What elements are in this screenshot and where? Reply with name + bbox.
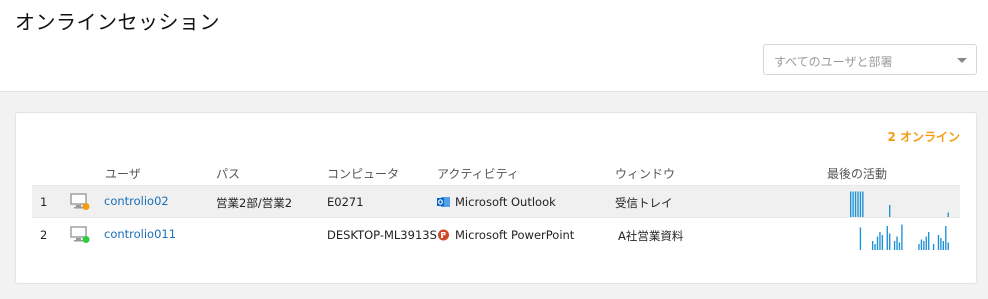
column-header-activity[interactable]: アクティビティ	[437, 165, 519, 182]
activity-bar	[889, 233, 891, 250]
activity-bar	[898, 242, 901, 250]
activity-bar	[940, 238, 942, 250]
computer-cell: DESKTOP-ML3913S	[327, 228, 437, 242]
activity-app-name: Microsoft Outlook	[455, 195, 556, 209]
activity-bar	[947, 242, 949, 250]
last-activity-chart	[850, 191, 949, 217]
window-cell: A社営業資料	[618, 229, 684, 243]
activity-bar	[918, 244, 920, 250]
activity-bar	[932, 244, 935, 250]
activity-bar	[886, 226, 888, 250]
filter-placeholder: すべてのユーザと部署	[774, 55, 893, 69]
activity-bar	[945, 226, 947, 250]
activity-bar	[850, 191, 852, 217]
activity-bar	[920, 239, 923, 250]
activity-bar	[871, 241, 874, 250]
user-link[interactable]: controlio011	[104, 227, 176, 241]
activity-bar	[893, 241, 896, 250]
window-cell: 受信トレイ	[615, 196, 673, 210]
powerpoint-icon	[438, 229, 449, 241]
computer-online-icon	[70, 226, 90, 243]
activity-bar	[896, 236, 898, 250]
page-title: オンラインセッション	[15, 10, 220, 34]
last-activity-chart	[859, 224, 949, 250]
column-header-last-activity[interactable]: 最後の活動	[827, 165, 887, 182]
outlook-icon	[437, 197, 450, 207]
activity-bar	[881, 235, 884, 250]
activity-bar	[859, 191, 862, 217]
page-header: オンラインセッション すべてのユーザと部署	[0, 0, 988, 92]
activity-bar	[925, 236, 927, 250]
activity-bar	[937, 235, 940, 250]
computer-cell: E0271	[327, 195, 364, 209]
activity-bar	[854, 191, 857, 217]
chevron-down-icon	[957, 58, 967, 63]
activity-bar	[879, 232, 881, 250]
activity-bar	[852, 191, 854, 217]
online-count-badge: 2 オンライン	[887, 130, 960, 144]
activity-bar	[901, 224, 903, 250]
table-row[interactable]: 2 controlio011 DESKTOP-ML3913S Microsoft…	[32, 219, 960, 252]
path-cell: 営業2部/営業2	[216, 196, 293, 210]
activity-cell: Microsoft Outlook	[437, 195, 556, 209]
activity-bar	[862, 191, 864, 217]
row-number: 2	[40, 228, 48, 242]
column-header-window[interactable]: ウィンドウ	[615, 165, 675, 182]
sessions-card: 2 オンライン ユーザ パス コンピュータ アクティビティ ウィンドウ 最後の活…	[15, 112, 977, 284]
activity-bar	[859, 227, 862, 250]
activity-bar	[942, 241, 945, 250]
activity-bar	[874, 244, 876, 250]
activity-bar	[923, 241, 925, 250]
user-department-filter-select[interactable]: すべてのユーザと部署	[763, 44, 977, 75]
activity-bar	[928, 232, 930, 250]
column-header-user[interactable]: ユーザ	[105, 165, 141, 182]
table-row[interactable]: 1 controlio02 営業2部/営業2 E0271 Microsoft O…	[32, 185, 960, 218]
activity-bar	[857, 191, 859, 217]
activity-bar	[876, 236, 879, 250]
activity-bar	[947, 212, 949, 217]
activity-bar	[889, 205, 891, 217]
activity-cell: Microsoft PowerPoint	[437, 228, 574, 242]
column-header-path[interactable]: パス	[216, 165, 240, 182]
activity-app-name: Microsoft PowerPoint	[455, 228, 575, 242]
computer-away-icon	[70, 193, 90, 210]
user-link[interactable]: controlio02	[104, 194, 169, 208]
row-number: 1	[40, 195, 48, 209]
column-header-computer[interactable]: コンピュータ	[327, 165, 399, 182]
